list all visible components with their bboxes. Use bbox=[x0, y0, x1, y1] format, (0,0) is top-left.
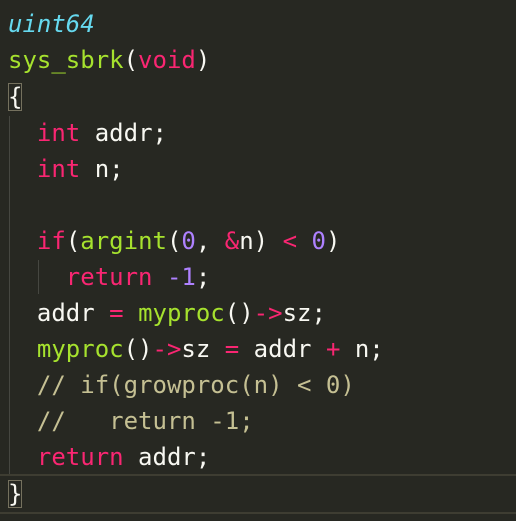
code-token: sz; bbox=[282, 299, 326, 327]
code-line-4: int addr; bbox=[0, 115, 516, 151]
code-token: sys_sbrk bbox=[8, 46, 124, 74]
code-token: addr; bbox=[123, 443, 211, 471]
code-token: ; bbox=[195, 263, 211, 291]
code-token: ) bbox=[325, 227, 341, 255]
code-token: return bbox=[36, 443, 124, 471]
code-token: argint bbox=[80, 227, 167, 255]
code-token: if bbox=[36, 227, 66, 255]
code-line-10: myproc()->sz = addr + n; bbox=[0, 331, 516, 367]
code-line-11: // if(growproc(n) < 0) bbox=[0, 367, 516, 403]
code-line-14-current[interactable]: } bbox=[0, 474, 516, 514]
code-token: () bbox=[123, 335, 153, 363]
matching-brace: { bbox=[8, 83, 23, 111]
code-line-5: int n; bbox=[0, 151, 516, 187]
code-token: & bbox=[224, 227, 240, 255]
code-line-12: // return -1; bbox=[0, 403, 516, 439]
code-token: // return -1; bbox=[8, 407, 254, 435]
code-token: -> bbox=[253, 299, 283, 327]
matching-brace: } bbox=[8, 480, 23, 508]
code-token: 0 bbox=[181, 227, 196, 255]
code-token: ( bbox=[123, 46, 139, 74]
code-token: myproc bbox=[138, 299, 225, 327]
code-token: sz bbox=[181, 335, 225, 363]
code-token: -1 bbox=[166, 263, 196, 291]
code-token: void bbox=[138, 46, 196, 74]
code-token: = bbox=[109, 299, 124, 327]
code-token: int bbox=[36, 119, 81, 147]
code-token: return bbox=[65, 263, 153, 291]
code-token: ) bbox=[195, 46, 211, 74]
code-token: addr bbox=[239, 335, 326, 363]
code-editor[interactable]: uint64 sys_sbrk(void) { int addr; int n;… bbox=[0, 0, 516, 521]
code-token: ( bbox=[166, 227, 182, 255]
code-line-1: uint64 bbox=[0, 6, 516, 42]
code-line-8: return -1; bbox=[0, 259, 516, 295]
code-line-13: return addr; bbox=[0, 439, 516, 475]
code-line-9: addr = myproc()->sz; bbox=[0, 295, 516, 331]
code-token: n; bbox=[340, 335, 384, 363]
code-token: // if(growproc(n) < 0) bbox=[8, 371, 355, 399]
code-token: n; bbox=[80, 155, 124, 183]
code-token: , bbox=[195, 227, 225, 255]
code-token: ( bbox=[65, 227, 81, 255]
code-token: n) bbox=[239, 227, 283, 255]
code-token: uint64 bbox=[8, 10, 95, 38]
code-token: -> bbox=[152, 335, 182, 363]
code-token: = bbox=[224, 335, 240, 363]
code-token: + bbox=[325, 335, 341, 363]
code-token: addr; bbox=[80, 119, 167, 147]
code-token: 0 bbox=[311, 227, 326, 255]
code-line-7: if(argint(0, &n) < 0) bbox=[0, 223, 516, 259]
code-token: addr bbox=[8, 299, 110, 327]
code-token: myproc bbox=[36, 335, 124, 363]
code-line-2: sys_sbrk(void) bbox=[0, 42, 516, 78]
code-token: () bbox=[224, 299, 254, 327]
code-token: int bbox=[36, 155, 81, 183]
code-token: < bbox=[282, 227, 298, 255]
code-line-3: { bbox=[0, 79, 516, 115]
